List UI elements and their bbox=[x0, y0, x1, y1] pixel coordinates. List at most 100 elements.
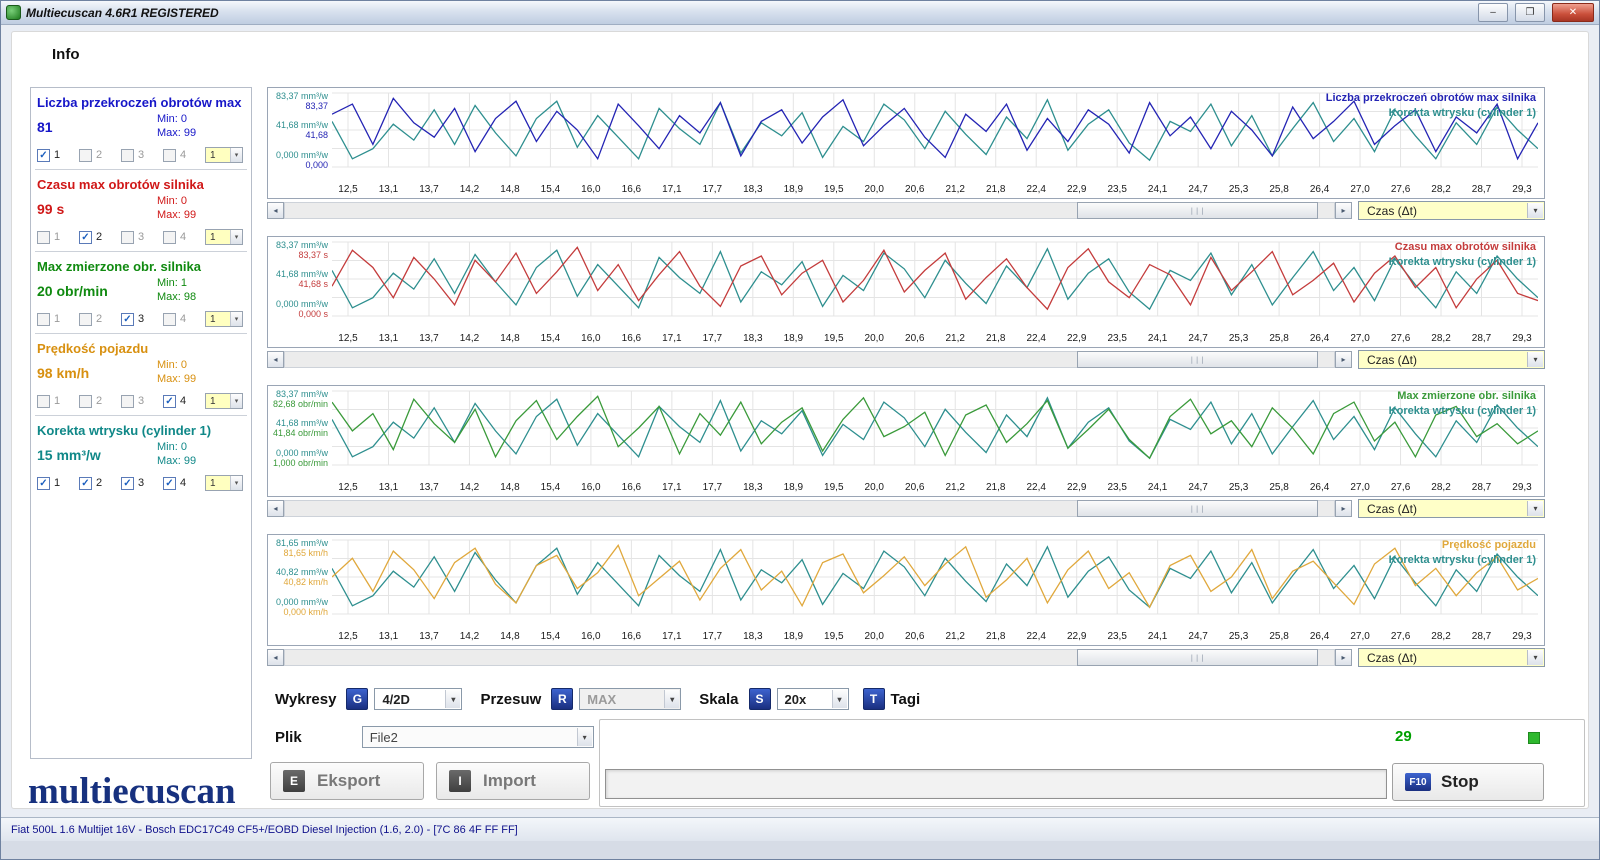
channel-checkbox[interactable]: ✓ bbox=[163, 395, 176, 408]
y-axis-unit-label: 41,68 mm³/w bbox=[268, 418, 328, 428]
tagi-label[interactable]: Tagi bbox=[891, 691, 921, 708]
x-tick-label: 18,9 bbox=[784, 184, 803, 195]
channel-check-wrap: 1 bbox=[37, 313, 76, 326]
channel-checkbox[interactable] bbox=[121, 149, 134, 162]
x-tick-label: 17,7 bbox=[703, 333, 722, 344]
chart-scrollbar-row: ◂ ||| ▸ Czas (Δt)▾ bbox=[267, 648, 1545, 667]
legend-entry: Czasu max obrotów silnika bbox=[1389, 240, 1536, 255]
progress-counter: 29 bbox=[1395, 728, 1412, 745]
scroll-left-button[interactable]: ◂ bbox=[267, 649, 284, 666]
time-axis-combo[interactable]: Czas (Δt)▾ bbox=[1358, 350, 1545, 369]
file-dropdown-value: File2 bbox=[370, 730, 398, 745]
channel-checkbox[interactable] bbox=[121, 231, 134, 244]
x-tick-label: 16,0 bbox=[581, 184, 600, 195]
channel-style-combo[interactable]: 1▾ bbox=[205, 475, 243, 491]
scrollbar-thumb[interactable]: ||| bbox=[1077, 351, 1318, 368]
channel-checkbox[interactable] bbox=[163, 313, 176, 326]
scrollbar-track[interactable]: ||| bbox=[284, 500, 1335, 517]
przesuw-label: Przesuw bbox=[480, 691, 541, 708]
scroll-left-button[interactable]: ◂ bbox=[267, 351, 284, 368]
x-tick-label: 18,9 bbox=[784, 333, 803, 344]
channel-checkbox[interactable] bbox=[37, 313, 50, 326]
minimize-icon: – bbox=[1490, 7, 1496, 18]
x-tick-label: 20,6 bbox=[905, 184, 924, 195]
time-axis-combo[interactable]: Czas (Δt)▾ bbox=[1358, 648, 1545, 667]
channel-style-combo-value: 1 bbox=[210, 314, 216, 325]
minimize-button[interactable]: – bbox=[1478, 3, 1508, 22]
x-tick-label: 20,0 bbox=[865, 184, 884, 195]
channel-checkbox[interactable] bbox=[37, 231, 50, 244]
channel-checkbox[interactable] bbox=[79, 149, 92, 162]
x-tick-label: 25,8 bbox=[1269, 631, 1288, 642]
x-tick-label: 27,0 bbox=[1350, 631, 1369, 642]
scrollbar-thumb[interactable]: ||| bbox=[1077, 649, 1318, 666]
przesuw-dropdown[interactable]: MAX ▾ bbox=[579, 688, 681, 710]
chevron-down-icon: ▾ bbox=[1527, 650, 1543, 665]
time-axis-combo[interactable]: Czas (Δt)▾ bbox=[1358, 201, 1545, 220]
x-tick-label: 22,9 bbox=[1067, 184, 1086, 195]
channel-checkbox[interactable]: ✓ bbox=[79, 477, 92, 490]
x-tick-label: 27,6 bbox=[1391, 631, 1410, 642]
channel-checkbox[interactable] bbox=[79, 395, 92, 408]
chevron-down-icon: ▾ bbox=[230, 148, 242, 162]
channel-checkbox[interactable]: ✓ bbox=[121, 477, 134, 490]
x-tick-label: 18,9 bbox=[784, 631, 803, 642]
app-icon bbox=[6, 5, 21, 20]
channel-checkbox[interactable] bbox=[79, 313, 92, 326]
maximize-button[interactable]: ❐ bbox=[1515, 3, 1545, 22]
time-axis-combo[interactable]: Czas (Δt)▾ bbox=[1358, 499, 1545, 518]
channel-checkbox[interactable]: ✓ bbox=[121, 313, 134, 326]
x-tick-label: 18,3 bbox=[743, 184, 762, 195]
param-value: 98 km/h bbox=[37, 358, 157, 386]
channel-number-label: 4 bbox=[180, 395, 186, 407]
channel-checkbox[interactable] bbox=[37, 395, 50, 408]
channel-checkbox[interactable] bbox=[163, 231, 176, 244]
import-button[interactable]: I Import bbox=[436, 762, 590, 800]
x-tick-label: 26,4 bbox=[1310, 184, 1329, 195]
scroll-right-button[interactable]: ▸ bbox=[1335, 351, 1352, 368]
x-tick-label: 27,6 bbox=[1391, 482, 1410, 493]
x-tick-label: 24,1 bbox=[1148, 333, 1167, 344]
wykresy-dropdown[interactable]: 4/2D ▾ bbox=[374, 688, 462, 710]
channel-check-wrap: 2 bbox=[79, 149, 118, 162]
channel-number-label: 1 bbox=[54, 231, 60, 243]
channel-style-combo[interactable]: 1▾ bbox=[205, 147, 243, 163]
scrollbar-thumb[interactable]: ||| bbox=[1077, 202, 1318, 219]
x-tick-label: 29,3 bbox=[1512, 184, 1531, 195]
scroll-right-button[interactable]: ▸ bbox=[1335, 202, 1352, 219]
channel-style-combo[interactable]: 1▾ bbox=[205, 229, 243, 245]
channel-checkbox[interactable]: ✓ bbox=[37, 149, 50, 162]
scrollbar-track[interactable]: ||| bbox=[284, 649, 1335, 666]
shortcut-e-badge: E bbox=[283, 770, 305, 792]
channel-checkbox[interactable]: ✓ bbox=[163, 477, 176, 490]
channel-style-combo[interactable]: 1▾ bbox=[205, 311, 243, 327]
x-tick-label: 25,8 bbox=[1269, 184, 1288, 195]
scroll-left-button[interactable]: ◂ bbox=[267, 500, 284, 517]
shortcut-t-badge: T bbox=[863, 688, 885, 710]
y-axis-param-label: 40,82 km/h bbox=[268, 577, 328, 587]
y-axis-label: 83,37 mm³/w83,37 bbox=[268, 91, 328, 111]
skala-dropdown[interactable]: 20x ▾ bbox=[777, 688, 849, 710]
scroll-right-button[interactable]: ▸ bbox=[1335, 500, 1352, 517]
stop-button[interactable]: F10 Stop bbox=[1392, 763, 1544, 801]
file-dropdown[interactable]: File2 ▾ bbox=[362, 726, 594, 748]
scrollbar-track[interactable]: ||| bbox=[284, 202, 1335, 219]
channel-checkbox[interactable]: ✓ bbox=[79, 231, 92, 244]
grip-icon: ||| bbox=[1190, 654, 1206, 662]
sidebar-params: Liczba przekroczeń obrotów max81Min: 0Ma… bbox=[35, 90, 247, 495]
channel-check-wrap: 4 bbox=[163, 149, 202, 162]
scrollbar-track[interactable]: ||| bbox=[284, 351, 1335, 368]
vehicle-info-text: Fiat 500L 1.6 Multijet 16V - Bosch EDC17… bbox=[11, 824, 518, 836]
export-button[interactable]: E Eksport bbox=[270, 762, 424, 800]
channel-check-wrap: ✓4 bbox=[163, 395, 202, 408]
scroll-left-button[interactable]: ◂ bbox=[267, 202, 284, 219]
channel-checkbox[interactable] bbox=[121, 395, 134, 408]
channel-checkbox[interactable]: ✓ bbox=[37, 477, 50, 490]
close-button[interactable]: ✕ bbox=[1552, 3, 1594, 22]
separator bbox=[35, 169, 247, 170]
scrollbar-thumb[interactable]: ||| bbox=[1077, 500, 1318, 517]
channel-checkbox[interactable] bbox=[163, 149, 176, 162]
chart-scrollbar-row: ◂ ||| ▸ Czas (Δt)▾ bbox=[267, 350, 1545, 369]
channel-style-combo[interactable]: 1▾ bbox=[205, 393, 243, 409]
scroll-right-button[interactable]: ▸ bbox=[1335, 649, 1352, 666]
